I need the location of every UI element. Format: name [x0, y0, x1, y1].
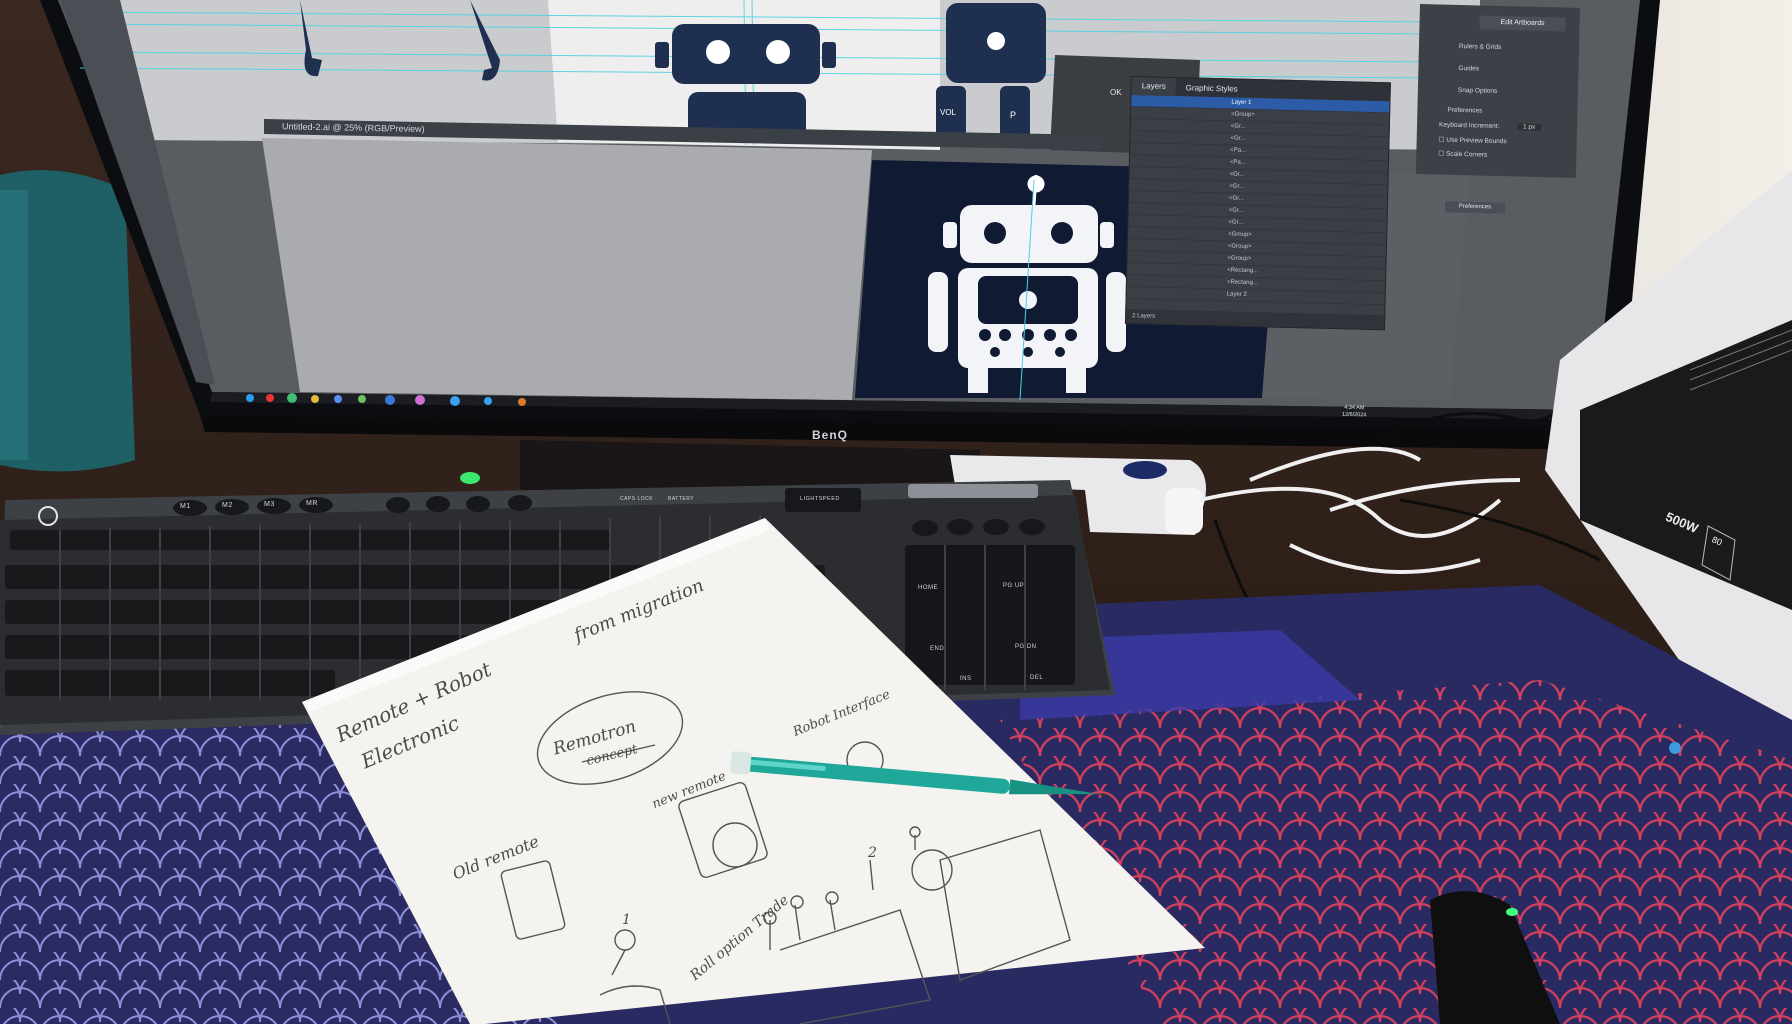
- battery-indicator: BATTERY: [668, 496, 695, 502]
- caps-lock-indicator: CAPS LOCK: [620, 496, 654, 502]
- rulers-grids-label: Rulers & Grids: [1458, 42, 1502, 51]
- macro-key-m1: M1: [180, 503, 191, 510]
- properties-panel: Edit Artboards Rulers & Grids Guides Sna…: [1415, 4, 1580, 178]
- key-ins: INS: [960, 676, 972, 682]
- use-preview-bounds-label: Use Preview Bounds: [1446, 136, 1507, 146]
- key-pg-up: PG UP: [1003, 583, 1025, 589]
- macro-key-m2: M2: [222, 502, 233, 509]
- document-tab-label: Untitled-2.ai @ 25% (RGB/Preview): [282, 121, 425, 135]
- monitor-brand-logo: BenQ: [812, 428, 849, 442]
- keyboard-increment-input[interactable]: 1 px: [1516, 123, 1542, 131]
- tab-layers[interactable]: Layers: [1131, 77, 1176, 97]
- key-pg-dn: PG DN: [1015, 644, 1037, 650]
- key-del: DEL: [1030, 675, 1044, 681]
- note-marker-1: 1: [622, 912, 631, 928]
- scale-corners-checkbox[interactable]: ☐ Scale Corners: [1438, 149, 1487, 158]
- macro-key-mr: MR: [306, 500, 318, 507]
- snap-options-label: Snap Options: [1457, 86, 1498, 95]
- remote-ok-label: OK: [1110, 88, 1122, 97]
- key-home: HOME: [918, 585, 938, 591]
- taskbar-clock[interactable]: 4:34 AM 12/6/2024: [1342, 405, 1367, 420]
- remote-vol-label: VOL: [940, 108, 957, 117]
- scale-corners-label: Scale Corners: [1445, 150, 1488, 159]
- clock-date: 12/6/2024: [1341, 411, 1367, 419]
- edit-artboards-button[interactable]: Edit Artboards: [1479, 15, 1566, 32]
- tab-graphic-styles[interactable]: Graphic Styles: [1176, 83, 1248, 94]
- layers-list: Layer 1 <Group> <Gr... <Gr... <Pa... <Pa... <G…: [1126, 95, 1390, 306]
- preferences-heading: Preferences: [1447, 106, 1483, 115]
- note-marker-2: 2: [868, 845, 877, 861]
- lightspeed-label: LIGHTSPEED: [800, 496, 840, 502]
- preferences-button[interactable]: Preferences: [1444, 201, 1506, 214]
- remote-p-label: P: [1010, 110, 1017, 120]
- artboard-gray: [262, 138, 872, 400]
- keyboard-increment-label: Keyboard Increment:: [1438, 121, 1500, 130]
- use-preview-bounds-checkbox[interactable]: ☐ Use Preview Bounds: [1439, 135, 1507, 145]
- guides-label: Guides: [1458, 64, 1480, 73]
- macro-key-m3: M3: [264, 501, 275, 508]
- key-end: END: [930, 646, 945, 652]
- layers-panel: Layers Graphic Styles Layer 1 <Group> <Gr.…: [1124, 76, 1391, 331]
